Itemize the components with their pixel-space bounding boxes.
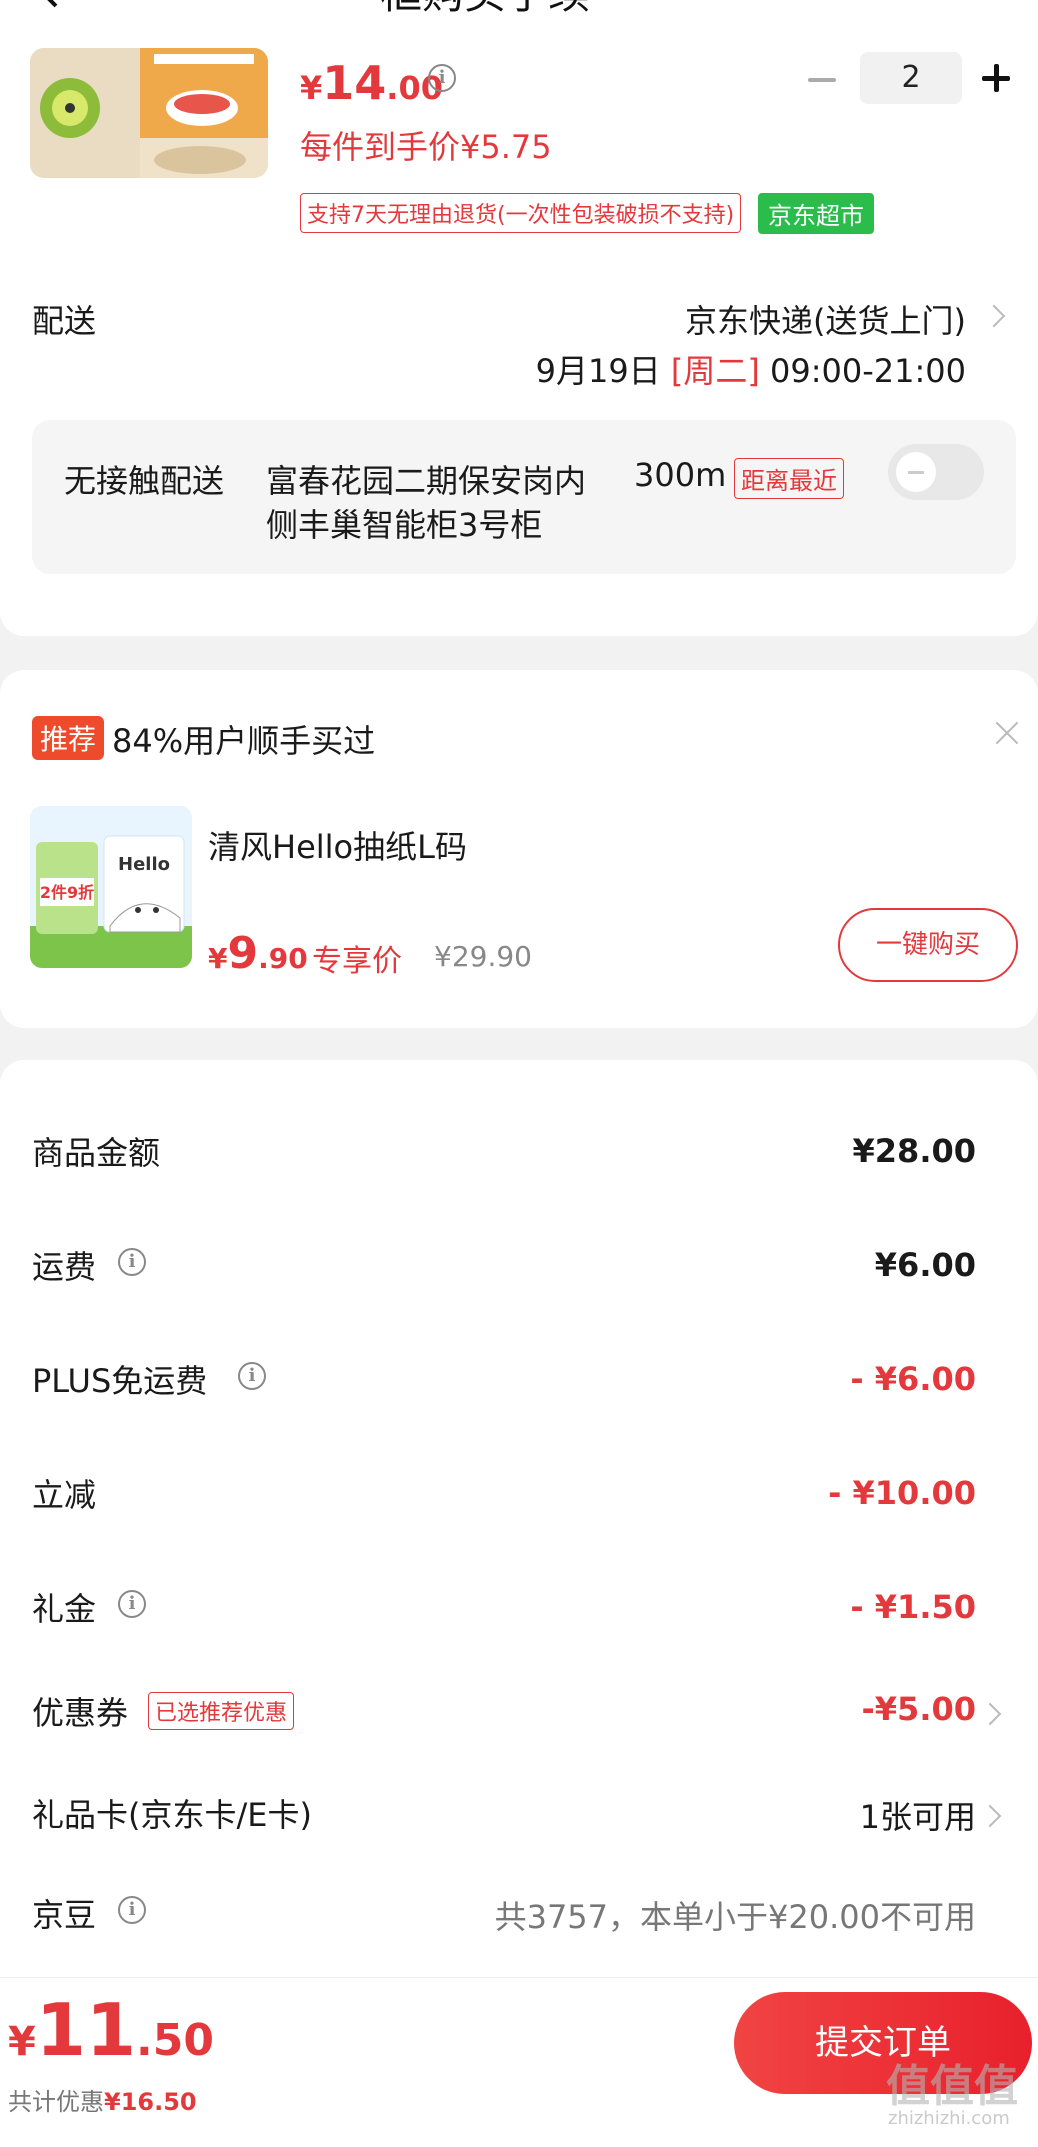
product-price: ¥14.00 — [300, 56, 443, 110]
delivery-method[interactable]: 京东快递(送货上门) — [685, 296, 966, 342]
info-icon[interactable]: i — [118, 1248, 146, 1276]
recommend-price: ¥9.90 — [208, 928, 308, 979]
summary-row-instant: 立减 - ¥10.00 — [0, 1470, 1038, 1530]
quantity-input[interactable]: 2 — [860, 52, 962, 104]
info-icon[interactable]: i — [118, 1896, 146, 1924]
recommend-badge: 推荐 — [32, 716, 105, 760]
svg-text:Hello: Hello — [118, 854, 170, 875]
recommend-product-name[interactable]: 清风Hello抽纸L码 — [208, 822, 467, 868]
watermark-url: zhizhizhi.com — [888, 2108, 1010, 2129]
return-policy-tag: 支持7天无理由退货(一次性包装破损不支持) — [300, 193, 742, 233]
summary-row-goods: 商品金额 ¥28.00 — [0, 1128, 1038, 1188]
checkout-bar: ¥11.50 共计优惠¥16.50 提交订单 值值值 zhizhizhi.com — [0, 1977, 1038, 2147]
recommend-product-image[interactable]: 2件9折 Hello — [30, 806, 192, 968]
summary-label: PLUS免运费 — [32, 1362, 208, 1400]
contactless-toggle[interactable] — [888, 444, 984, 500]
info-icon[interactable]: i — [118, 1590, 146, 1618]
price-summary-card: 商品金额 ¥28.00 运费 i ¥6.00 PLUS免运费 i - ¥6.00… — [0, 1060, 1038, 1977]
chevron-right-icon[interactable] — [978, 1702, 1002, 1726]
delivery-label: 配送 — [32, 302, 97, 340]
summary-row-freight: 运费 i ¥6.00 — [0, 1242, 1038, 1302]
recommendation-card: 推荐 84%用户顺手买过 2件9折 Hello 清风Hello抽纸L码 ¥9.9… — [0, 670, 1038, 1028]
total-discount: 共计优惠¥16.50 — [8, 2088, 197, 2116]
recommend-text: 84%用户顺手买过 — [112, 722, 376, 760]
close-icon[interactable] — [994, 720, 1020, 746]
nearest-tag: 距离最近 — [734, 458, 844, 499]
summary-value: ¥28.00 — [852, 1132, 976, 1170]
summary-label: 礼金 — [32, 1590, 97, 1628]
summary-value: 共3757，本单小于¥20.00不可用 — [494, 1898, 976, 1936]
summary-label: 礼品卡(京东卡/E卡) — [32, 1796, 312, 1834]
info-icon[interactable]: i — [428, 64, 456, 92]
contactless-label: 无接触配送 — [64, 462, 225, 500]
summary-label: 优惠券 — [32, 1694, 129, 1732]
chevron-right-icon[interactable] — [982, 304, 1006, 328]
pickup-address-line2: 侧丰巢智能柜3号柜 — [266, 506, 543, 544]
store-tag: 京东超市 — [758, 193, 874, 234]
toggle-knob — [896, 452, 936, 492]
quantity-minus-button[interactable] — [808, 60, 838, 96]
info-icon[interactable]: i — [238, 1362, 266, 1390]
delivery-time[interactable]: 9月19日 [周二] 09:00-21:00 — [536, 346, 966, 392]
summary-value: - ¥10.00 — [828, 1474, 976, 1512]
summary-row-plus: PLUS免运费 i - ¥6.00 — [0, 1356, 1038, 1416]
pickup-address-line1: 富春花园二期保安岗内 — [266, 462, 587, 500]
summary-row-coupon[interactable]: 优惠券 已选推荐优惠 -¥5.00 — [0, 1688, 1038, 1748]
summary-label: 立减 — [32, 1476, 97, 1514]
summary-value: - ¥1.50 — [850, 1588, 976, 1626]
order-product-card: 框购买手续 ¥14.00 i 每件到手价¥5.75 2 支持7天无理由退货(一次… — [0, 0, 1038, 636]
page-title: 框购买手续 — [380, 0, 590, 21]
svg-text:2件9折: 2件9折 — [40, 883, 94, 902]
summary-label: 商品金额 — [32, 1134, 161, 1172]
total-price: ¥11.50 — [8, 1988, 214, 2072]
summary-row-gift: 礼金 i - ¥1.50 — [0, 1584, 1038, 1644]
summary-value: - ¥6.00 — [850, 1360, 976, 1398]
watermark: 值值值 — [886, 2061, 1018, 2112]
exclusive-price-label: 专享价 — [312, 944, 402, 979]
summary-value: ¥6.00 — [874, 1246, 976, 1284]
pickup-distance: 300m — [634, 456, 727, 494]
summary-row-beans: 京豆 i 共3757，本单小于¥20.00不可用 — [0, 1890, 1038, 1950]
summary-value[interactable]: -¥5.00 — [862, 1690, 977, 1728]
unit-price: 每件到手价¥5.75 — [300, 128, 552, 166]
summary-row-giftcard[interactable]: 礼品卡(京东卡/E卡) 1张可用 — [0, 1790, 1038, 1850]
product-image[interactable] — [30, 48, 268, 178]
one-click-buy-button[interactable]: 一键购买 — [838, 908, 1018, 982]
chevron-right-icon[interactable] — [978, 1804, 1002, 1828]
quantity-plus-button[interactable] — [982, 60, 1012, 96]
summary-label: 运费 — [32, 1248, 97, 1286]
contactless-delivery-panel: 无接触配送 富春花园二期保安岗内 侧丰巢智能柜3号柜 300m 距离最近 — [32, 420, 1016, 574]
coupon-tag: 已选推荐优惠 — [148, 1692, 295, 1730]
summary-label: 京豆 — [32, 1896, 97, 1934]
summary-value[interactable]: 1张可用 — [860, 1792, 976, 1838]
back-arrow-icon[interactable] — [30, 0, 70, 10]
original-price: ¥29.90 — [434, 940, 532, 973]
